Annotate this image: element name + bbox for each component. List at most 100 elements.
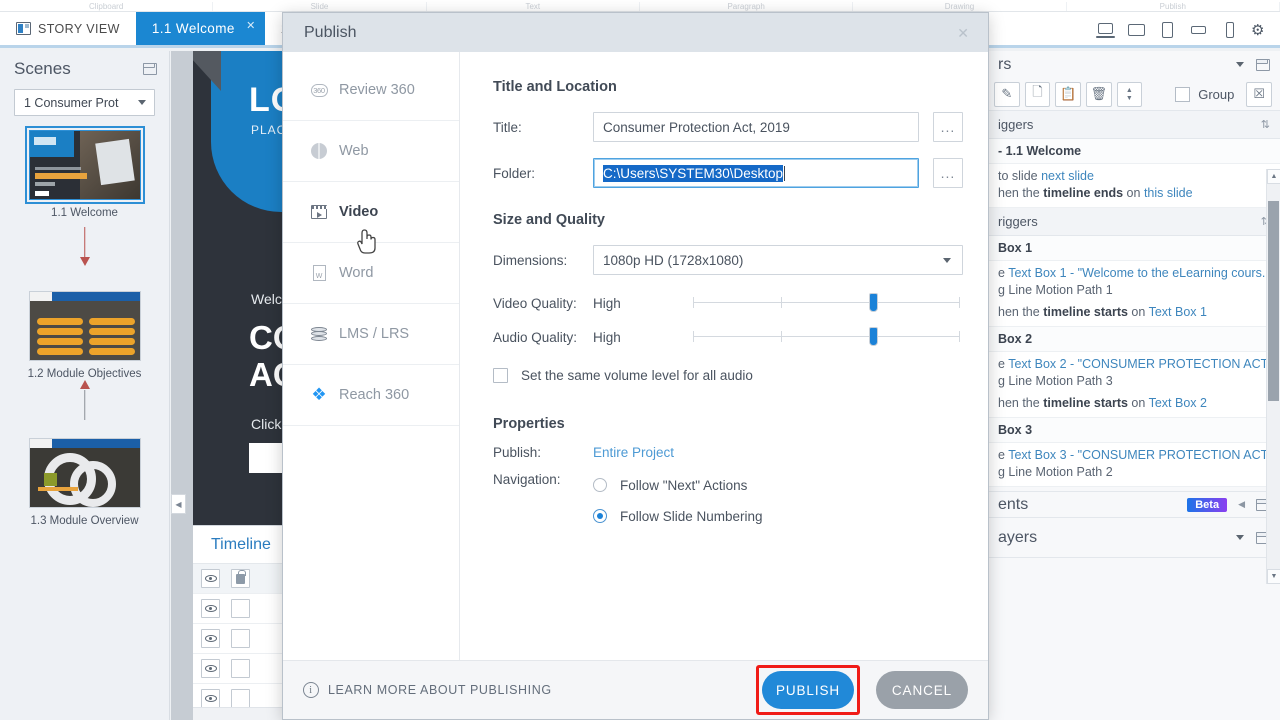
radio-button[interactable] <box>593 478 607 492</box>
video-icon <box>310 203 328 221</box>
eye-icon[interactable] <box>201 599 220 618</box>
slide-label: 1.2 Module Objectives <box>27 368 142 380</box>
slide-thumbnail[interactable] <box>28 438 141 508</box>
tab-label: 1.1 Welcome <box>151 21 235 36</box>
learn-more-label: LEARN MORE ABOUT PUBLISHING <box>328 683 552 697</box>
reorder-icon[interactable]: ▲ ▼ <box>1116 81 1143 107</box>
triggers-toolbar: ✎ 🗋 📋 🗑 ▲ ▼ Group ☒ <box>986 78 1280 111</box>
device-preview-bar: ⚙ <box>1096 12 1274 48</box>
chevron-left-icon[interactable]: ◀ <box>1238 499 1245 510</box>
triggers-scrollbar[interactable]: ▲ ▼ <box>1266 169 1280 584</box>
publish-button-highlight: PUBLISH <box>756 665 860 715</box>
lock-icon[interactable] <box>231 569 250 588</box>
ribbon-group-label: Paragraph <box>640 2 854 11</box>
radio-button[interactable] <box>593 509 607 523</box>
tablet-portrait-icon[interactable] <box>1158 22 1177 38</box>
panel-dock-icon[interactable] <box>143 63 157 75</box>
scrollbar-thumb[interactable] <box>1268 201 1279 401</box>
tablet-landscape-icon[interactable] <box>1127 22 1146 38</box>
trigger-group-header[interactable]: riggers ⇅ <box>986 208 1280 236</box>
phone-icon[interactable] <box>1220 22 1239 38</box>
info-icon: i <box>303 682 319 698</box>
scene-slide-2[interactable]: 1.2 Module Objectives <box>0 291 169 380</box>
scene-selector-dropdown[interactable]: 1 Consumer Prot <box>14 89 155 116</box>
trigger-item[interactable]: e Text Box 2 - "CONSUMER PROTECTION ACT,… <box>986 352 1280 418</box>
trigger-group-header[interactable]: iggers ⇅ <box>986 111 1280 139</box>
learn-more-link[interactable]: i LEARN MORE ABOUT PUBLISHING <box>303 682 552 698</box>
ribbon-group-label: Clipboard <box>0 2 214 11</box>
publish-settings-form: Title and Location Title: Consumer Prote… <box>460 52 988 660</box>
states-panel-title: ents <box>998 495 1029 513</box>
slide-thumbnail[interactable] <box>24 126 145 204</box>
mobile-landscape-icon[interactable] <box>1189 22 1208 38</box>
title-browse-button[interactable]: ... <box>933 112 963 142</box>
gear-icon[interactable]: ⚙ <box>1251 23 1266 38</box>
collapse-icon[interactable]: ⇅ <box>1261 119 1270 130</box>
nav-item-reach-360[interactable]: ❖ Reach 360 <box>283 365 459 426</box>
publish-scope-link[interactable]: Entire Project <box>593 445 674 460</box>
slide-thumbnail[interactable] <box>28 291 141 361</box>
audio-quality-slider[interactable] <box>693 323 960 351</box>
audio-quality-label: Audio Quality: <box>493 329 578 345</box>
eye-icon[interactable] <box>201 629 220 648</box>
trigger-subheader: Box 2 <box>986 327 1280 352</box>
scene-slide-3[interactable]: 1.3 Module Overview <box>0 438 169 527</box>
paste-icon[interactable]: 📋 <box>1055 81 1081 107</box>
cancel-button[interactable]: CANCEL <box>876 671 968 709</box>
states-panel-header[interactable]: ents Beta ◀ <box>986 491 1280 518</box>
trigger-subheader: Box 1 <box>986 236 1280 261</box>
ribbon-groups: Clipboard Slide Text Paragraph Drawing P… <box>0 0 1280 12</box>
scroll-down-icon[interactable]: ▼ <box>1267 569 1280 584</box>
video-quality-slider[interactable] <box>693 289 960 317</box>
laptop-icon[interactable] <box>1096 22 1115 38</box>
close-icon[interactable]: ✕ <box>246 19 256 32</box>
title-input[interactable]: Consumer Protection Act, 2019 <box>593 112 919 142</box>
slide-click-text: Click <box>251 416 282 432</box>
chevron-down-icon[interactable] <box>1236 535 1244 540</box>
dimensions-select[interactable]: 1080p HD (1728x1080) <box>593 245 963 275</box>
nav-item-web[interactable]: Web <box>283 121 459 182</box>
lock-icon[interactable] <box>231 629 250 648</box>
chevron-down-icon[interactable] <box>1236 62 1244 67</box>
lock-icon[interactable] <box>231 689 250 708</box>
flow-arrow-down-icon <box>0 219 169 277</box>
video-quality-slider-thumb[interactable] <box>869 293 879 312</box>
trigger-item[interactable]: e Text Box 1 - "Welcome to the eLearning… <box>986 261 1280 327</box>
navigation-label: Navigation: <box>493 472 561 487</box>
folder-input[interactable]: C:\Users\SYSTEM30\Desktop <box>593 158 919 188</box>
volume-level-checkbox[interactable] <box>493 368 508 383</box>
close-x-icon[interactable]: ☒ <box>1246 81 1272 107</box>
publish-button[interactable]: PUBLISH <box>762 671 854 709</box>
layers-panel-header[interactable]: ayers <box>986 518 1280 558</box>
copy-icon[interactable]: 🗋 <box>1024 81 1051 107</box>
eye-icon[interactable] <box>201 569 220 588</box>
lock-icon[interactable] <box>231 599 250 618</box>
nav-item-lms-lrs[interactable]: LMS / LRS <box>283 304 459 365</box>
close-icon[interactable]: ✕ <box>957 25 969 42</box>
scroll-up-icon[interactable]: ▲ <box>1267 169 1280 184</box>
audio-quality-slider-thumb[interactable] <box>869 327 879 346</box>
navigation-option-slide-numbering[interactable]: Follow Slide Numbering <box>593 503 763 529</box>
tab-slide-1-1-welcome[interactable]: 1.1 Welcome ✕ <box>135 12 265 45</box>
hand-pointer-cursor <box>357 229 376 254</box>
folder-browse-button[interactable]: ... <box>933 158 963 188</box>
delete-icon[interactable]: 🗑 <box>1085 81 1112 107</box>
nav-item-label: LMS / LRS <box>339 326 410 342</box>
edit-icon[interactable]: ✎ <box>994 81 1020 107</box>
lock-icon[interactable] <box>231 659 250 678</box>
trigger-item[interactable]: to slide next slide hen the timeline end… <box>986 164 1280 208</box>
stage-collapse-button[interactable]: ◀ <box>171 494 186 514</box>
dimensions-value: 1080p HD (1728x1080) <box>603 252 744 268</box>
trigger-item[interactable]: e Text Box 3 - "CONSUMER PROTECTION ACT,… <box>986 443 1280 487</box>
scene-slide-1[interactable]: 1.1 Welcome <box>0 126 169 219</box>
nav-item-review-360[interactable]: 360 Review 360 <box>283 60 459 121</box>
eye-icon[interactable] <box>201 659 220 678</box>
volume-level-checkbox-row[interactable]: Set the same volume level for all audio <box>493 368 963 383</box>
eye-icon[interactable] <box>201 689 220 708</box>
group-checkbox[interactable] <box>1175 86 1191 102</box>
nav-item-label: Word <box>339 265 374 281</box>
tab-story-view[interactable]: STORY VIEW <box>0 12 136 45</box>
panel-dock-icon[interactable] <box>1256 58 1270 71</box>
trigger-group-title: riggers <box>998 214 1038 229</box>
navigation-option-next-actions[interactable]: Follow "Next" Actions <box>593 472 763 498</box>
